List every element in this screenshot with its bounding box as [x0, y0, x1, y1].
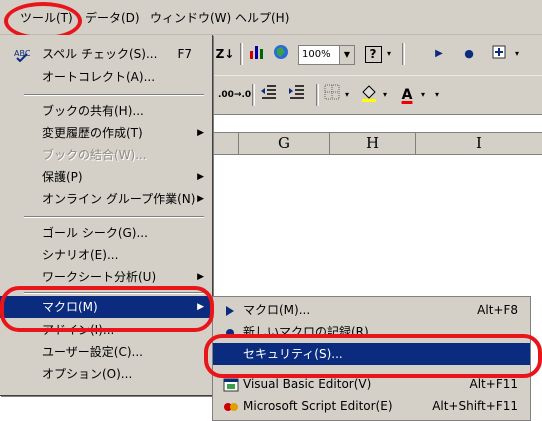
menu-item-macro[interactable]: マクロ(M) ▶	[0, 296, 210, 318]
fill-color-icon[interactable]	[358, 84, 380, 106]
menu-data[interactable]: データ(D)	[85, 8, 140, 28]
borders-icon[interactable]	[322, 84, 342, 106]
submenu-arrow-icon: ▶	[197, 272, 204, 282]
menu-item-online-collaboration[interactable]: オンライン グループ作業(N) ▶	[0, 188, 210, 210]
menu-item-spell-check[interactable]: ABC スペル チェック(S)... F7	[0, 43, 210, 65]
menu-help[interactable]: ヘルプ(H)	[235, 8, 289, 28]
decrease-indent-icon[interactable]	[258, 84, 280, 106]
submenu-arrow-icon: ▶	[197, 302, 204, 312]
menu-window[interactable]: ウィンドウ(W)	[150, 8, 231, 28]
record-dot-icon[interactable]: ●	[462, 43, 476, 65]
macro-submenu: マクロ(M)... Alt+F8 新しいマクロの記録(R)... セキュリティ(…	[212, 296, 531, 421]
menu-item-scenarios[interactable]: シナリオ(E)...	[0, 244, 210, 266]
chevron-down-icon[interactable]: ▾	[380, 84, 390, 106]
script-editor-icon	[223, 399, 239, 413]
chevron-down-icon: ▼	[339, 46, 354, 64]
menu-item-goal-seek[interactable]: ゴール シーク(G)...	[0, 222, 210, 244]
menu-separator	[24, 94, 204, 96]
font-color-button[interactable]: A	[396, 84, 418, 106]
column-header-f[interactable]	[212, 133, 239, 155]
toolbar-separator	[252, 84, 255, 106]
toolbar-options-icon[interactable]: ▾	[432, 84, 442, 106]
toolbar-separator	[240, 43, 243, 65]
submenu-arrow-icon: ▶	[197, 172, 204, 182]
toolbar-options-icon[interactable]	[488, 43, 510, 65]
formatting-toolbar: .00→.0 ▾ ▾ A ▾ ▾	[212, 76, 542, 115]
sort-descending-button[interactable]: Z↓	[214, 43, 236, 65]
standard-toolbar: Z↓ 100% ▼ ? ▾ ▶ ● ▾	[212, 35, 542, 76]
column-header-g[interactable]: G	[239, 133, 330, 155]
menu-item-macros[interactable]: マクロ(M)... Alt+F8	[213, 299, 530, 321]
tools-menu: ABC スペル チェック(S)... F7 オートコレクト(A)... ブックの…	[0, 35, 213, 396]
vb-editor-icon	[223, 377, 239, 392]
increase-indent-icon[interactable]	[286, 84, 308, 106]
record-macro-icon	[223, 325, 239, 339]
zoom-value: 100%	[302, 49, 331, 60]
toolbar-separator	[316, 84, 319, 106]
menu-tools[interactable]: ツール(T)	[20, 8, 73, 28]
menu-item-visual-basic-editor[interactable]: Visual Basic Editor(V) Alt+F11	[213, 373, 530, 395]
submenu-arrow-icon: ▶	[197, 194, 204, 204]
submenu-arrow-icon: ▶	[197, 128, 204, 138]
zoom-select[interactable]: 100% ▼	[298, 45, 355, 65]
formula-bar[interactable]	[212, 115, 542, 133]
chevron-down-icon[interactable]: ▾	[512, 43, 522, 65]
menu-item-protection[interactable]: 保護(P) ▶	[0, 166, 210, 188]
column-header-h[interactable]: H	[330, 133, 416, 155]
map-icon[interactable]	[270, 43, 292, 65]
chart-wizard-icon[interactable]	[246, 43, 268, 65]
menu-separator	[24, 216, 204, 218]
menu-item-track-changes[interactable]: 変更履歴の作成(T) ▶	[0, 122, 210, 144]
menu-bar: ツール(T) データ(D) ウィンドウ(W) ヘルプ(H)	[0, 0, 542, 35]
spell-check-icon: ABC	[14, 47, 31, 63]
menu-item-options[interactable]: オプション(O)...	[0, 363, 210, 385]
chevron-down-icon[interactable]: ▾	[418, 84, 428, 106]
menu-item-record-new-macro[interactable]: 新しいマクロの記録(R)...	[213, 321, 530, 343]
play-macro-icon	[223, 303, 239, 317]
menu-item-add-ins[interactable]: アドイン(I)...	[0, 319, 210, 341]
help-icon: ?	[364, 46, 382, 63]
decrease-decimal-button[interactable]: .00→.0	[218, 84, 251, 106]
menu-item-script-editor[interactable]: Microsoft Script Editor(E) Alt+Shift+F11	[213, 395, 530, 417]
menu-item-autocorrect[interactable]: オートコレクト(A)...	[0, 66, 210, 88]
menu-item-share-workbook[interactable]: ブックの共有(H)...	[0, 100, 210, 122]
svg-text:ABC: ABC	[14, 49, 30, 58]
toolbar-separator	[402, 43, 405, 65]
column-header-i[interactable]: I	[416, 133, 542, 155]
menu-separator	[24, 292, 204, 294]
help-button[interactable]: ?	[362, 43, 384, 65]
menu-item-merge-workbooks: ブックの結合(W)...	[42, 148, 147, 162]
menu-item-customize[interactable]: ユーザー設定(C)...	[0, 341, 210, 363]
menu-item-security[interactable]: セキュリティ(S)...	[213, 343, 530, 365]
play-icon[interactable]: ▶	[432, 43, 446, 65]
chevron-down-icon[interactable]: ▾	[342, 84, 352, 106]
menu-item-formula-auditing[interactable]: ワークシート分析(U) ▶	[0, 266, 210, 288]
help-dropdown-icon[interactable]: ▾	[384, 43, 394, 65]
